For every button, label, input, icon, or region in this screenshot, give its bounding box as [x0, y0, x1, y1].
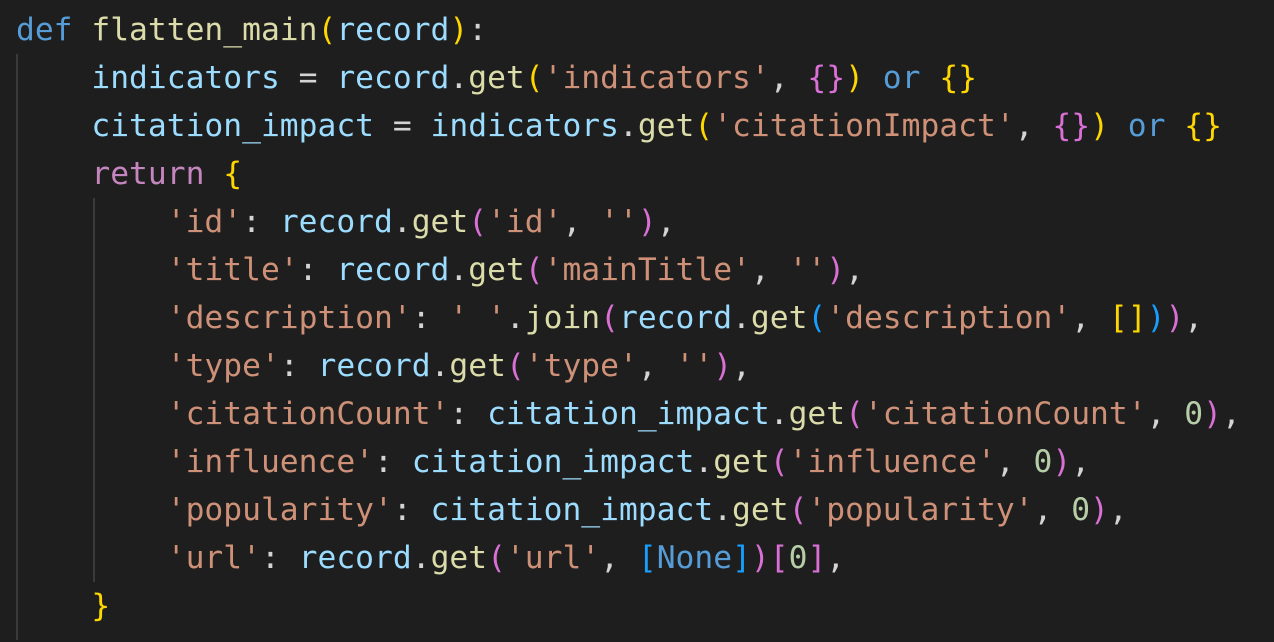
- code-line[interactable]: 'url': record.get('url', [None])[0],: [16, 534, 1241, 582]
- code-editor[interactable]: def flatten_main(record): indicators = r…: [0, 0, 1274, 642]
- code-line[interactable]: citation_impact = indicators.get('citati…: [16, 102, 1241, 150]
- code-line[interactable]: 'citationCount': citation_impact.get('ci…: [16, 390, 1241, 438]
- code-line[interactable]: indicators = record.get('indicators', {}…: [16, 54, 1241, 102]
- code-line[interactable]: 'influence': citation_impact.get('influe…: [16, 438, 1241, 486]
- code-line[interactable]: }: [16, 582, 1241, 630]
- code-line[interactable]: 'description': ' '.join(record.get('desc…: [16, 294, 1241, 342]
- code-line[interactable]: 'title': record.get('mainTitle', ''),: [16, 246, 1241, 294]
- code-area[interactable]: def flatten_main(record): indicators = r…: [16, 6, 1241, 630]
- code-line[interactable]: 'id': record.get('id', ''),: [16, 198, 1241, 246]
- code-line[interactable]: 'popularity': citation_impact.get('popul…: [16, 486, 1241, 534]
- code-line[interactable]: return {: [16, 150, 1241, 198]
- code-line[interactable]: def flatten_main(record):: [16, 6, 1241, 54]
- code-line[interactable]: 'type': record.get('type', ''),: [16, 342, 1241, 390]
